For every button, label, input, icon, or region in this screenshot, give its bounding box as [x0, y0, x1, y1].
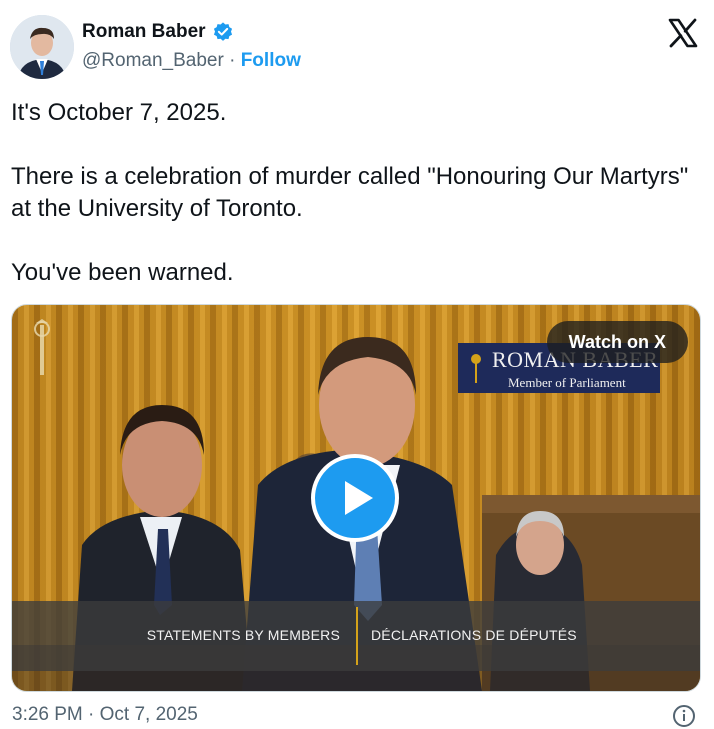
follow-button[interactable]: Follow: [241, 50, 301, 71]
caption-bar: STATEMENTS BY MEMBERS DÉCLARATIONS DE DÉ…: [12, 601, 700, 671]
play-icon: [344, 481, 373, 515]
caption-french: DÉCLARATIONS DE DÉPUTÉS: [371, 627, 577, 643]
author-name[interactable]: Roman Baber: [82, 21, 206, 43]
avatar-image: [10, 15, 74, 79]
author-avatar[interactable]: [10, 15, 74, 79]
verified-badge-icon: [213, 22, 232, 41]
tweet-paragraph: There is a celebration of murder called …: [11, 163, 689, 222]
parliament-mace-icon: [471, 354, 481, 383]
x-logo-icon[interactable]: [668, 18, 698, 48]
play-button[interactable]: [311, 454, 399, 542]
tweet-text: It's October 7, 2025. There is a celebra…: [11, 97, 691, 321]
parliament-mace-icon: [34, 319, 50, 375]
author-name-row: Roman Baber: [82, 21, 234, 43]
author-handle-row: @Roman_Baber · Follow: [82, 50, 301, 72]
info-icon[interactable]: [672, 704, 696, 728]
handle-separator: ·: [229, 50, 236, 71]
caption-english: STATEMENTS BY MEMBERS: [146, 627, 340, 643]
nameplate-title: Member of Parliament: [508, 375, 626, 390]
tweet-timestamp[interactable]: 3:26 PM · Oct 7, 2025: [12, 704, 198, 726]
watch-on-x-button[interactable]: Watch on X: [546, 321, 688, 363]
video-player[interactable]: ROMAN BABER Member of Parliament Watch o…: [11, 304, 701, 692]
author-handle[interactable]: @Roman_Baber: [82, 50, 224, 71]
tweet-paragraph: It's October 7, 2025.: [11, 99, 227, 126]
tweet-paragraph: You've been warned.: [11, 259, 234, 286]
caption-divider: [356, 607, 358, 665]
